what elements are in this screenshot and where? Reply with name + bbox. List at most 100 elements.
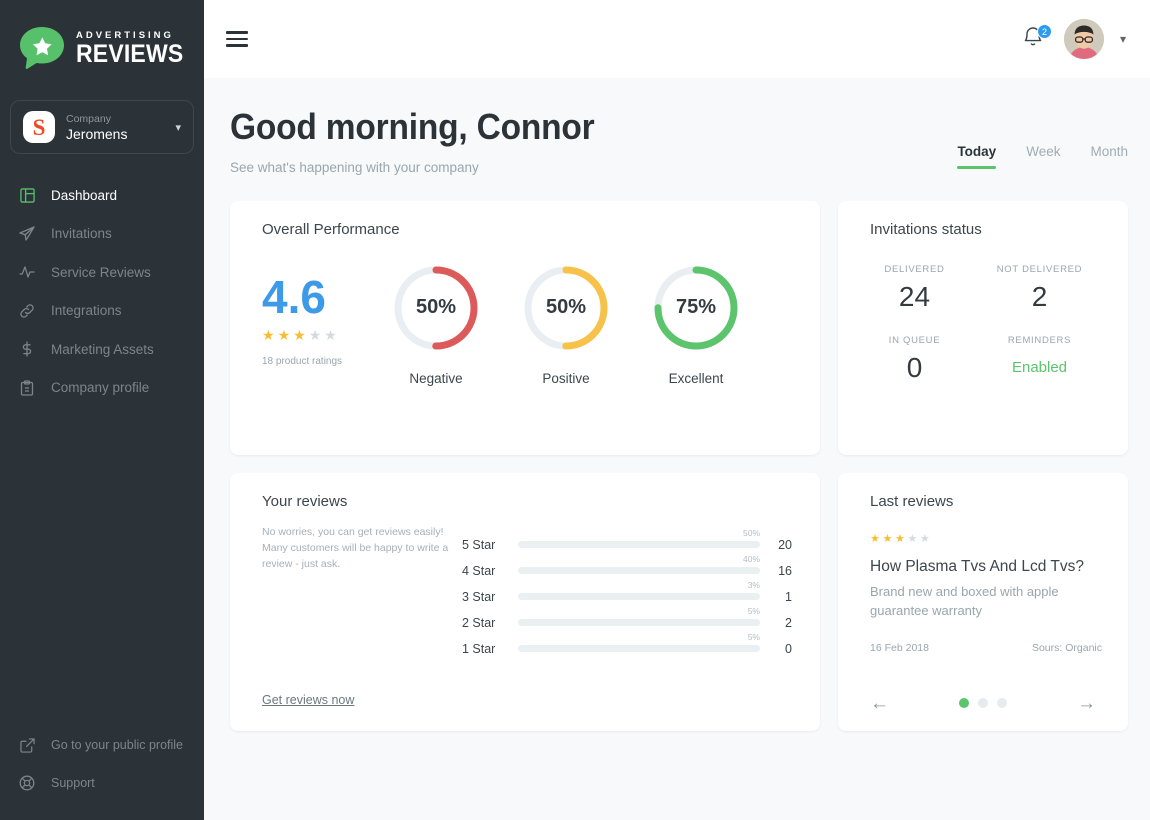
- stat-value: Enabled: [1011, 358, 1068, 376]
- stat-label: NOT DELIVERED: [996, 263, 1083, 275]
- review-stars: ★★★★★: [870, 532, 1102, 545]
- rating-percent: 50%: [742, 528, 760, 539]
- company-name: Jeromens: [66, 125, 128, 142]
- topbar: 2 ▾: [204, 0, 1150, 78]
- star-icon: ★: [870, 532, 883, 545]
- logo-wordmark: ADVERTISING REVIEWS: [76, 29, 193, 68]
- rating-label: 4 Star: [462, 563, 496, 578]
- rating-count: 20: [778, 537, 792, 552]
- page-content: Good morning, Connor See what's happenin…: [204, 78, 1150, 820]
- logo-speech-star-icon: [18, 25, 66, 71]
- carousel-dot[interactable]: [997, 698, 1007, 709]
- company-avatar: S: [23, 111, 55, 143]
- card-title: Your reviews: [262, 492, 348, 510]
- rating-distribution-chart: 5 Star 50% 20 4 Star 40% 16 3 Star 3% 1 …: [462, 524, 792, 731]
- app-root: ADVERTISING REVIEWS S Company Jeromens ▾…: [0, 0, 1150, 820]
- sidebar-item-label: Go to your public profile: [51, 738, 184, 752]
- donut-excellent: 75% Excellent: [652, 264, 740, 386]
- logo-line-2: REVIEWS: [76, 40, 184, 69]
- sidebar-item-marketing-assets[interactable]: Marketing Assets: [0, 330, 204, 369]
- sidebar-item-label: Company profile: [51, 380, 150, 396]
- company-label: Company: [66, 112, 111, 125]
- tab-month[interactable]: Month: [1090, 144, 1128, 169]
- donut-charts: 50% Negative 50% Positive 75% Excellent: [392, 262, 740, 386]
- arrow-left-icon[interactable]: ←: [870, 694, 889, 713]
- donut-value: 50%: [415, 296, 457, 319]
- dashboard-grid: Overall Performance 4.6 ★★★★★ 18 product…: [230, 200, 1128, 731]
- invitation-stat-in-queue: IN QUEUE 0: [852, 335, 977, 384]
- stat-value: 24: [898, 280, 931, 312]
- rating-track: 3%: [518, 580, 760, 601]
- stat-value: 2: [1031, 280, 1048, 312]
- your-reviews-copy: No worries, you can get reviews easily! …: [262, 525, 449, 571]
- sidebar-nav: Dashboard Invitations Service Reviews In…: [0, 176, 204, 407]
- star-icon: ★: [324, 326, 340, 343]
- rating-label: 1 Star: [462, 641, 496, 656]
- page-header: Good morning, Connor See what's happenin…: [230, 108, 1128, 175]
- sidebar-item-support[interactable]: Support: [0, 764, 204, 802]
- rating-bar-row: 2 Star 5% 2: [462, 606, 792, 630]
- arrow-right-icon[interactable]: →: [1077, 694, 1096, 713]
- sidebar-item-label: Dashboard: [51, 187, 118, 203]
- ratings-count: 18 product ratings: [262, 355, 343, 367]
- donut-ring: 50%: [392, 264, 480, 352]
- hamburger-icon[interactable]: [226, 31, 248, 47]
- sidebar-item-label: Invitations: [51, 226, 112, 242]
- sidebar-item-label: Support: [51, 776, 95, 790]
- greeting-block: Good morning, Connor See what's happenin…: [230, 108, 957, 175]
- get-reviews-link[interactable]: Get reviews now: [262, 693, 462, 707]
- app-logo[interactable]: ADVERTISING REVIEWS: [0, 0, 204, 78]
- dollar-icon: [19, 341, 35, 357]
- company-selector[interactable]: S Company Jeromens ▾: [10, 100, 194, 154]
- star-icon: ★: [907, 532, 920, 545]
- score-block: 4.6 ★★★★★ 18 product ratings: [262, 262, 392, 367]
- review-title: How Plasma Tvs And Lcd Tvs?: [870, 557, 1084, 575]
- carousel-dot[interactable]: [959, 698, 969, 709]
- right-column: Invitations status DELIVERED 24 NOT DELI…: [838, 200, 1128, 731]
- sidebar-item-integrations[interactable]: Integrations: [0, 292, 204, 331]
- tab-week[interactable]: Week: [1026, 144, 1060, 169]
- invitation-stat-reminders: REMINDERS Enabled: [977, 335, 1102, 384]
- star-icon: ★: [894, 532, 908, 545]
- invitations-grid: DELIVERED 24 NOT DELIVERED 2 IN QUEUE 0: [838, 238, 1128, 384]
- support-icon: [19, 775, 35, 791]
- invitation-stat-not-delivered: NOT DELIVERED 2: [977, 264, 1102, 313]
- sidebar-item-company-profile[interactable]: Company profile: [0, 369, 204, 408]
- tab-today[interactable]: Today: [957, 144, 996, 169]
- sidebar-bottom-nav: Go to your public profile Support: [0, 726, 204, 802]
- page-title: Good morning, Connor: [230, 106, 595, 147]
- review-date: 16 Feb 2018: [870, 642, 929, 655]
- average-score: 4.6: [262, 270, 326, 323]
- stat-label: IN QUEUE: [888, 334, 941, 346]
- donut-value: 50%: [545, 296, 587, 319]
- donut-positive: 50% Positive: [522, 264, 610, 386]
- score-stars: ★★★★★: [262, 327, 392, 344]
- invitations-status-card: Invitations status DELIVERED 24 NOT DELI…: [838, 200, 1128, 455]
- rating-count: 1: [785, 589, 792, 604]
- rating-count: 0: [785, 641, 792, 656]
- carousel-dots: [889, 698, 1077, 709]
- star-icon: ★: [882, 532, 895, 545]
- avatar[interactable]: [1063, 19, 1104, 59]
- review-text: Brand new and boxed with apple guarantee…: [870, 583, 1059, 618]
- chevron-down-icon[interactable]: ▾: [1120, 32, 1126, 46]
- rating-track: 40%: [518, 554, 760, 575]
- stat-value: 0: [906, 351, 923, 383]
- rating-bar-row: 4 Star 40% 16: [462, 554, 792, 578]
- sidebar-item-dashboard[interactable]: Dashboard: [0, 176, 204, 215]
- star-icon: ★: [277, 326, 294, 343]
- carousel-dot[interactable]: [978, 698, 988, 709]
- topbar-actions: 2 ▾: [1022, 19, 1126, 59]
- sidebar-item-public-profile[interactable]: Go to your public profile: [0, 726, 204, 764]
- overall-performance-card: Overall Performance 4.6 ★★★★★ 18 product…: [230, 200, 820, 455]
- star-icon: ★: [293, 326, 309, 343]
- chevron-down-icon: ▾: [175, 121, 181, 134]
- rating-track: 50%: [518, 528, 760, 549]
- sidebar: ADVERTISING REVIEWS S Company Jeromens ▾…: [0, 0, 204, 820]
- dashboard-icon: [19, 187, 35, 203]
- sidebar-item-invitations[interactable]: Invitations: [0, 215, 204, 254]
- clipboard-icon: [19, 380, 35, 396]
- sidebar-item-service-reviews[interactable]: Service Reviews: [0, 253, 204, 292]
- donut-ring: 50%: [522, 264, 610, 352]
- notifications-button[interactable]: 2: [1022, 24, 1052, 53]
